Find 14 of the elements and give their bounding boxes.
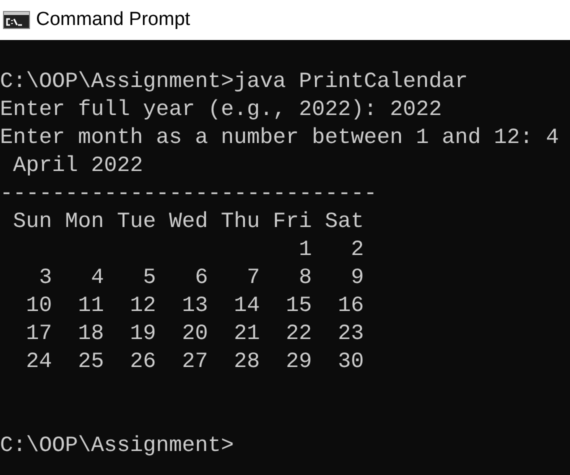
console-line: C:\OOP\Assignment> bbox=[0, 432, 234, 460]
console-line: 3 4 5 6 7 8 9 bbox=[38, 264, 364, 292]
console-line: Enter full year (e.g., 2022): 2022 bbox=[0, 96, 442, 124]
console-line: 24 25 26 27 28 29 30 bbox=[24, 348, 364, 376]
console-line: 17 18 19 20 21 22 23 bbox=[24, 320, 364, 348]
console-line: Enter month as a number between 1 and 12: 4 bbox=[0, 124, 559, 152]
console-line: 10 11 12 13 14 15 16 bbox=[24, 292, 364, 320]
console-line: April 2022 bbox=[12, 152, 143, 180]
console-line: Sun Mon Tue Wed Thu Fri Sat bbox=[12, 208, 364, 236]
console-line: ----------------------------- bbox=[0, 180, 377, 208]
console-line: 1 2 bbox=[298, 236, 364, 264]
console-line: C:\OOP\Assignment>java PrintCalendar bbox=[0, 68, 468, 96]
terminal-icon bbox=[3, 11, 30, 29]
window-title: Command Prompt bbox=[36, 8, 190, 32]
